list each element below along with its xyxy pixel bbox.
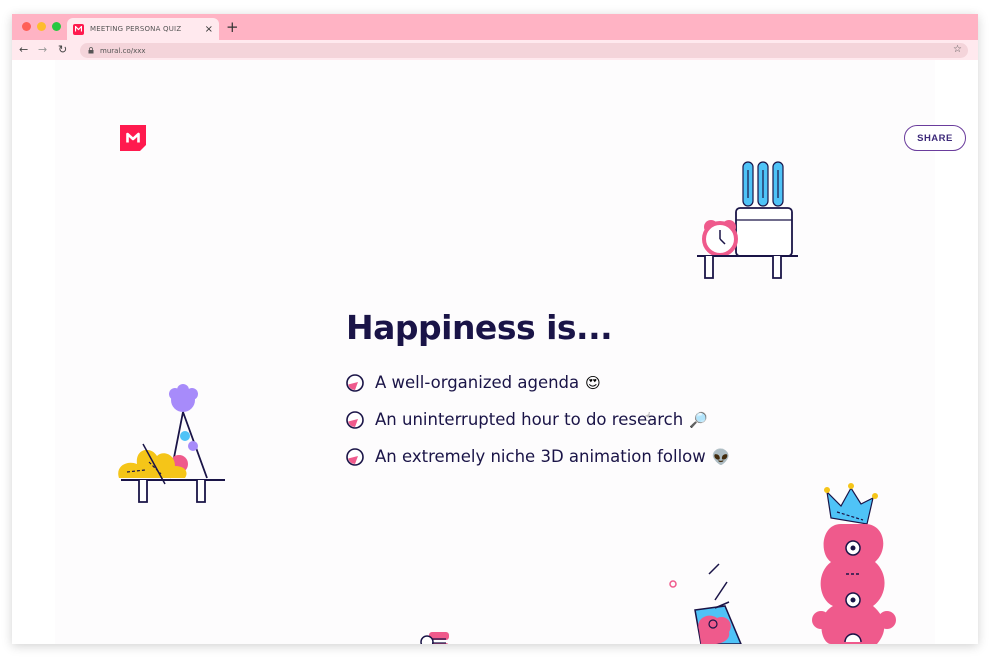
answer-label: An extremely niche 3D animation follow [375,447,706,466]
mural-logo[interactable] [120,125,148,152]
tab-close-icon[interactable]: × [205,24,213,35]
alien-emoji-icon: 👽 [711,447,731,466]
mural-favicon-icon [73,23,84,35]
maximize-window-button[interactable] [52,22,61,31]
quiz-page: SHARE Happiness is... A well-organized a… [55,60,966,644]
clock-shelf-illustration [697,161,798,279]
heart-eyes-emoji-icon: 😍 [585,373,601,392]
browser-toolbar: ← → ↻ mural.co/xxx ☆ [12,40,978,60]
window-controls [22,22,61,31]
progress-mascot-icon [420,632,449,644]
reload-button[interactable]: ↻ [58,42,67,58]
bookmark-star-icon[interactable]: ☆ [953,44,962,55]
radio-icon[interactable] [346,373,364,392]
answer-options: A well-organized agenda 😍 An uninterrupt… [346,364,730,475]
url-text: mural.co/xxx [100,46,146,55]
new-tab-button[interactable]: + [226,19,239,35]
browser-tab[interactable]: MEETING PERSONA QUIZ × [67,18,219,40]
page-viewport: SHARE Happiness is... A well-organized a… [12,60,978,644]
minimize-window-button[interactable] [37,22,46,31]
close-window-button[interactable] [22,22,31,31]
forward-button[interactable]: → [38,42,47,58]
tab-strip: MEETING PERSONA QUIZ × + [12,14,978,40]
answer-option-1[interactable]: A well-organized agenda 😍 [346,364,730,401]
back-button[interactable]: ← [19,42,28,58]
hand-cursor-icon: ☝ [644,410,652,424]
answer-label: An uninterrupted hour to do research [375,410,684,429]
answer-option-2[interactable]: An uninterrupted hour to do research 🔎 [346,401,730,438]
question-title: Happiness is... [346,308,613,347]
answer-label: A well-organized agenda [375,373,580,392]
address-bar[interactable]: mural.co/xxx ☆ [80,43,968,58]
magnifier-emoji-icon: 🔎 [689,410,708,429]
party-hat-illustration [118,384,225,503]
lock-icon [88,47,94,54]
browser-window: MEETING PERSONA QUIZ × + ← → ↻ mural.co/… [12,14,978,644]
tab-title: MEETING PERSONA QUIZ [90,25,182,33]
monster-illustration [669,483,896,644]
share-button[interactable]: SHARE [904,125,966,151]
radio-icon[interactable] [346,447,364,466]
radio-icon[interactable] [346,410,364,429]
